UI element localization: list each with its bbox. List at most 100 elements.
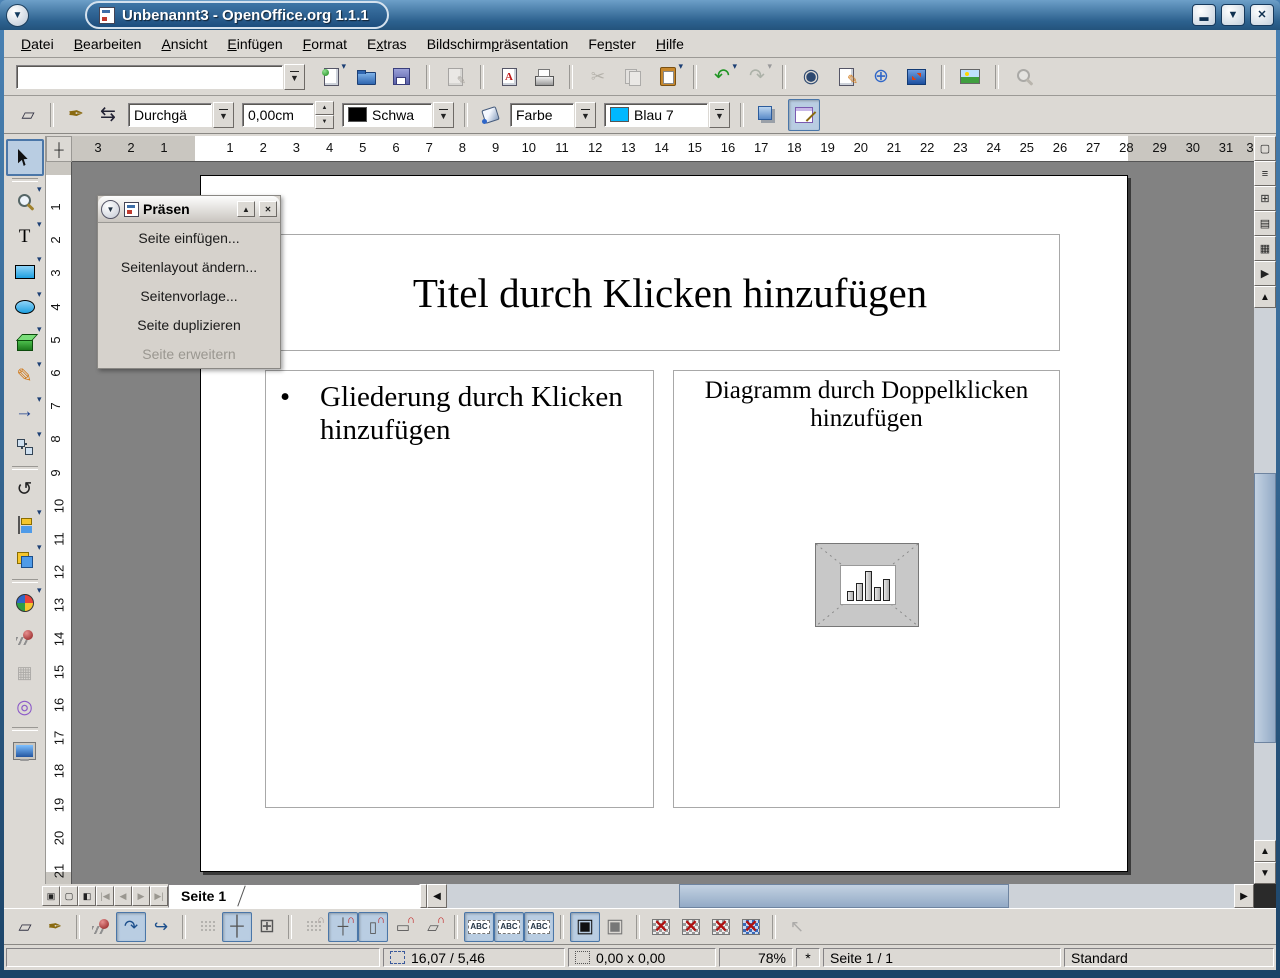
palette-item-seitenvorlage[interactable]: Seitenvorlage... — [98, 281, 280, 310]
menu-extras[interactable]: Extras — [358, 33, 416, 55]
title-placeholder[interactable]: Titel durch Klicken hinzufügen — [280, 234, 1060, 351]
url-dropdown-button[interactable]: ▼ — [284, 64, 305, 90]
rotate-tool[interactable]: ↺ — [7, 472, 43, 507]
menu-bearbeiten[interactable]: Bearbeiten — [65, 33, 151, 55]
fill-style-button[interactable] — [474, 99, 506, 131]
allow-effects-button[interactable]: ↷ — [116, 912, 146, 942]
palette-item-seite-erweitern[interactable]: Seite erweitern — [98, 339, 280, 368]
palette-item-seitenlayout-ändern[interactable]: Seitenlayout ändern... — [98, 252, 280, 281]
undo-button[interactable]: ↶ — [706, 61, 738, 93]
vertical-scroll-thumb[interactable] — [1254, 473, 1276, 743]
cut-button[interactable]: ✂ — [582, 61, 614, 93]
horizontal-scroll-thumb[interactable] — [679, 884, 1009, 908]
arrange-tool[interactable] — [7, 542, 43, 577]
line-width-value[interactable]: 0,00cm — [242, 103, 314, 127]
effects-tool[interactable] — [7, 620, 43, 655]
snap-lines-visible-button[interactable] — [298, 912, 328, 942]
first-page-button[interactable]: |◀ — [96, 886, 114, 906]
interaction-tool[interactable]: ▦ — [7, 655, 43, 690]
line-style-dropdown[interactable]: ▼ — [213, 102, 234, 128]
search-button[interactable] — [1008, 61, 1040, 93]
previous-page-button[interactable]: ◀ — [114, 886, 132, 906]
outline-view-button[interactable]: ≡ — [1254, 161, 1276, 186]
status-position-field[interactable]: 16,07 / 5,46 — [383, 948, 565, 967]
copy-button[interactable] — [617, 61, 649, 93]
ruler-origin[interactable]: ┼ — [46, 136, 72, 162]
3d-object-tool[interactable] — [7, 324, 43, 359]
paste-button[interactable] — [652, 61, 684, 93]
scroll-up-button[interactable]: ▲ — [1254, 286, 1276, 308]
tab-strip-splitter[interactable] — [420, 884, 427, 908]
grid-visible-button[interactable] — [192, 912, 222, 942]
object-placeholder-button[interactable] — [736, 912, 766, 942]
line-color-value[interactable]: Schwa — [342, 103, 432, 127]
gallery-button[interactable]: ⊕ — [865, 61, 897, 93]
simple-handles-button[interactable]: ▣ — [600, 912, 630, 942]
titlebar[interactable]: ▼ Unbenannt3 - OpenOffice.org 1.1.1 ▂▼✕ — [0, 0, 1280, 30]
select-text-area-only-button[interactable]: ABC — [494, 912, 524, 942]
new-document-button[interactable] — [315, 61, 347, 93]
start-slideshow-button[interactable]: ▶ — [1254, 261, 1276, 286]
presentation-tool[interactable] — [7, 733, 43, 768]
menu-datei[interactable]: Datei — [12, 33, 63, 55]
edit-points-button[interactable]: ▱ — [12, 99, 44, 131]
workspace-canvas[interactable]: Titel durch Klicken hinzufügen • Glieder… — [72, 162, 1254, 884]
scroll-left-button[interactable]: ◀ — [427, 884, 447, 908]
layer-mode-button[interactable]: ◧ — [78, 886, 96, 906]
chart-placeholder-icon[interactable] — [815, 543, 919, 627]
scroll-down-button[interactable]: ▼ — [1254, 862, 1276, 884]
fill-type-value[interactable]: Farbe — [510, 103, 574, 127]
horizontal-scrollbar[interactable] — [447, 884, 1234, 908]
stylist-button[interactable] — [830, 61, 862, 93]
url-input[interactable] — [16, 65, 283, 89]
line-color-dropdown[interactable]: ▼ — [433, 102, 454, 128]
palette-rollup-button[interactable]: ▲ — [237, 201, 255, 217]
alignment-tool[interactable] — [7, 507, 43, 542]
window-menu-button[interactable]: ▼ — [6, 4, 29, 27]
insert-tool[interactable] — [7, 585, 43, 620]
vertical-scrollbar[interactable] — [1254, 308, 1276, 840]
line-arrow-tool[interactable]: → — [7, 394, 43, 429]
master-mode-button[interactable]: ▢ — [60, 886, 78, 906]
arrow-style-button[interactable]: ⇆ — [92, 99, 124, 131]
snap-to-object-border-button[interactable] — [388, 912, 418, 942]
slide-page[interactable]: Titel durch Klicken hinzufügen • Glieder… — [200, 175, 1128, 872]
drawing-view-button[interactable]: ▢ — [1254, 136, 1276, 161]
status-page-field[interactable]: Seite 1 / 1 — [823, 948, 1061, 967]
last-page-button[interactable]: ▶| — [150, 886, 168, 906]
ellipse-tool[interactable] — [7, 289, 43, 324]
navigator-button[interactable]: ◉ — [795, 61, 827, 93]
menu-bildschirmpraesentation[interactable]: Bildschirmpräsentation — [418, 33, 578, 55]
snap-to-guides-button[interactable] — [328, 912, 358, 942]
menu-fenster[interactable]: Fenster — [579, 33, 644, 55]
fill-color-value[interactable]: Blau 7 — [604, 103, 708, 127]
maximize-button[interactable]: ▼ — [1221, 4, 1245, 26]
notes-view-button[interactable]: ▤ — [1254, 211, 1276, 236]
pen-style-button[interactable]: ✒ — [60, 99, 92, 131]
save-document-button[interactable] — [385, 61, 417, 93]
outline-placeholder[interactable]: • Gliederung durch Klicken hinzufügen — [265, 370, 654, 808]
3d-controller-tool[interactable]: ◎ — [7, 690, 43, 725]
contour-placeholder-button[interactable] — [676, 912, 706, 942]
menu-format[interactable]: Format — [294, 33, 356, 55]
rectangle-tool[interactable] — [7, 254, 43, 289]
minimize-button[interactable]: ▂ — [1192, 4, 1216, 26]
horizontal-ruler[interactable]: 3211234567891011121314151617181920212223… — [72, 136, 1254, 162]
line-width-spin-buttons[interactable]: ▲ ▼ — [315, 101, 334, 129]
picture-placeholder-button[interactable] — [646, 912, 676, 942]
open-document-button[interactable] — [350, 61, 382, 93]
palette-menu-button[interactable]: ▼ — [101, 200, 120, 219]
text-placeholder-button[interactable] — [706, 912, 736, 942]
zoom-tool[interactable] — [7, 184, 43, 219]
menu-ansicht[interactable]: Ansicht — [152, 33, 216, 55]
close-button[interactable]: ✕ — [1250, 4, 1274, 26]
fill-color-dropdown[interactable]: ▼ — [709, 102, 730, 128]
edit-file-button[interactable] — [439, 61, 471, 93]
line-style-value[interactable]: Durchgä — [128, 103, 212, 127]
shadow-button[interactable] — [750, 99, 782, 131]
snap-to-page-margins-button[interactable] — [358, 912, 388, 942]
next-page-button[interactable]: ▶ — [132, 886, 150, 906]
palette-close-button[interactable]: ✕ — [259, 201, 277, 217]
fill-type-dropdown[interactable]: ▼ — [575, 102, 596, 128]
status-style-field[interactable]: Standard — [1064, 948, 1274, 967]
